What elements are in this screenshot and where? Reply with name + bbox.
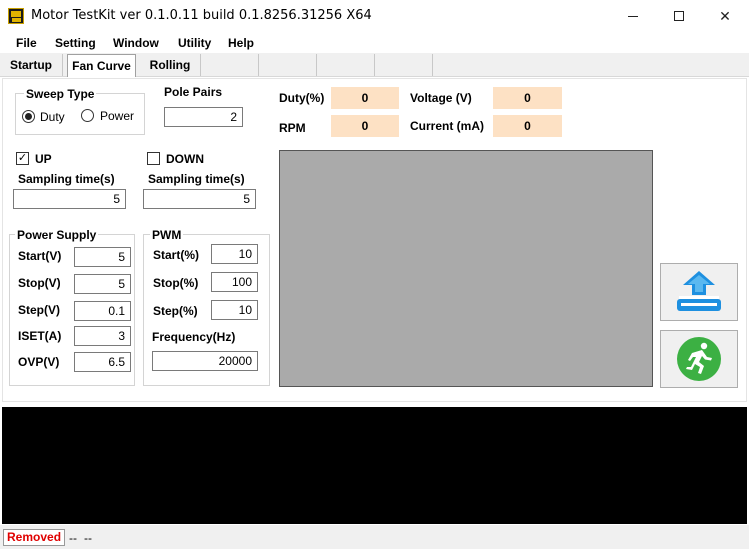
tab-divider	[62, 54, 63, 76]
menu-window[interactable]: Window	[113, 36, 159, 50]
down-sampling-label: Sampling time(s)	[148, 172, 245, 186]
tab-fan-curve[interactable]: Fan Curve	[67, 54, 136, 77]
down-label: DOWN	[166, 152, 204, 166]
pwm-stop-field[interactable]: 100	[211, 272, 258, 292]
check-icon: ✓	[17, 152, 28, 164]
sweep-type-title: Sweep Type	[24, 87, 97, 101]
pwm-start-field[interactable]: 10	[211, 244, 258, 264]
tab-startup[interactable]: Startup	[3, 53, 59, 77]
pwm-title: PWM	[150, 228, 184, 242]
ps-stop-field[interactable]: 5	[74, 274, 131, 294]
fan-curve-graph	[279, 150, 653, 387]
current-value: 0	[493, 115, 562, 137]
current-label: Current (mA)	[410, 119, 484, 133]
running-man-icon	[677, 337, 721, 381]
tab-rolling[interactable]: Rolling	[142, 53, 198, 77]
upload-device-icon	[677, 271, 721, 311]
up-checkbox[interactable]: ✓	[16, 152, 29, 165]
title-bar: Motor TestKit ver 0.1.0.11 build 0.1.825…	[0, 0, 749, 32]
pwm-stop-label: Stop(%)	[153, 276, 199, 290]
menu-bar: File Setting Window Utility Help	[0, 33, 749, 53]
ps-iset-field[interactable]: 3	[74, 326, 131, 346]
tab-divider	[316, 54, 317, 76]
pwm-frequency-field[interactable]: 20000	[152, 351, 258, 371]
down-checkbox[interactable]	[147, 152, 160, 165]
menu-setting[interactable]: Setting	[55, 36, 96, 50]
up-sampling-label: Sampling time(s)	[18, 172, 115, 186]
maximize-icon	[674, 11, 684, 21]
status-field-2: --	[84, 531, 92, 545]
ps-step-label: Step(V)	[18, 303, 60, 317]
down-sampling-field[interactable]: 5	[143, 189, 256, 209]
radio-duty-label: Duty	[40, 110, 65, 124]
duty-label: Duty(%)	[279, 91, 325, 105]
minimize-icon	[628, 15, 638, 17]
log-console[interactable]	[2, 407, 747, 524]
menu-utility[interactable]: Utility	[178, 36, 211, 50]
tab-divider	[258, 54, 259, 76]
upload-button[interactable]	[660, 263, 738, 321]
up-sampling-field[interactable]: 5	[13, 189, 126, 209]
pwm-frequency-label: Frequency(Hz)	[152, 330, 236, 344]
ps-ovp-field[interactable]: 6.5	[74, 352, 131, 372]
power-supply-title: Power Supply	[15, 228, 99, 242]
ps-ovp-label: OVP(V)	[18, 355, 60, 369]
tab-divider	[432, 54, 433, 76]
status-field-1: --	[69, 531, 77, 545]
tab-divider	[374, 54, 375, 76]
pwm-step-field[interactable]: 10	[211, 300, 258, 320]
window-title: Motor TestKit ver 0.1.0.11 build 0.1.825…	[31, 8, 372, 23]
run-button[interactable]	[660, 330, 738, 388]
ps-stop-label: Stop(V)	[18, 276, 61, 290]
radio-duty[interactable]	[22, 110, 35, 123]
app-logo-icon	[8, 8, 24, 24]
pwm-start-label: Start(%)	[153, 248, 200, 262]
ps-start-field[interactable]: 5	[74, 247, 131, 267]
ps-iset-label: ISET(A)	[18, 329, 62, 343]
tab-divider	[200, 54, 201, 76]
menu-help[interactable]: Help	[228, 36, 254, 50]
radio-power[interactable]	[81, 109, 94, 122]
close-icon: ✕	[719, 7, 731, 24]
up-label: UP	[35, 152, 52, 166]
status-bar: Removed -- --	[0, 525, 749, 549]
tab-strip: Startup Fan Curve Rolling	[0, 53, 749, 77]
pwm-step-label: Step(%)	[153, 304, 198, 318]
device-status-badge: Removed	[3, 529, 66, 546]
rpm-label: RPM	[279, 121, 306, 135]
duty-value: 0	[331, 87, 399, 109]
ps-step-field[interactable]: 0.1	[74, 301, 131, 321]
pole-pairs-field[interactable]: 2	[164, 107, 243, 127]
pole-pairs-label: Pole Pairs	[164, 85, 223, 99]
radio-power-label: Power	[100, 109, 135, 123]
menu-file[interactable]: File	[16, 36, 37, 50]
voltage-label: Voltage (V)	[410, 91, 472, 105]
rpm-value: 0	[331, 115, 399, 137]
voltage-value: 0	[493, 87, 562, 109]
minimize-button[interactable]	[610, 0, 656, 32]
close-button[interactable]: ✕	[702, 0, 748, 32]
maximize-button[interactable]	[656, 0, 702, 32]
ps-start-label: Start(V)	[18, 249, 62, 263]
